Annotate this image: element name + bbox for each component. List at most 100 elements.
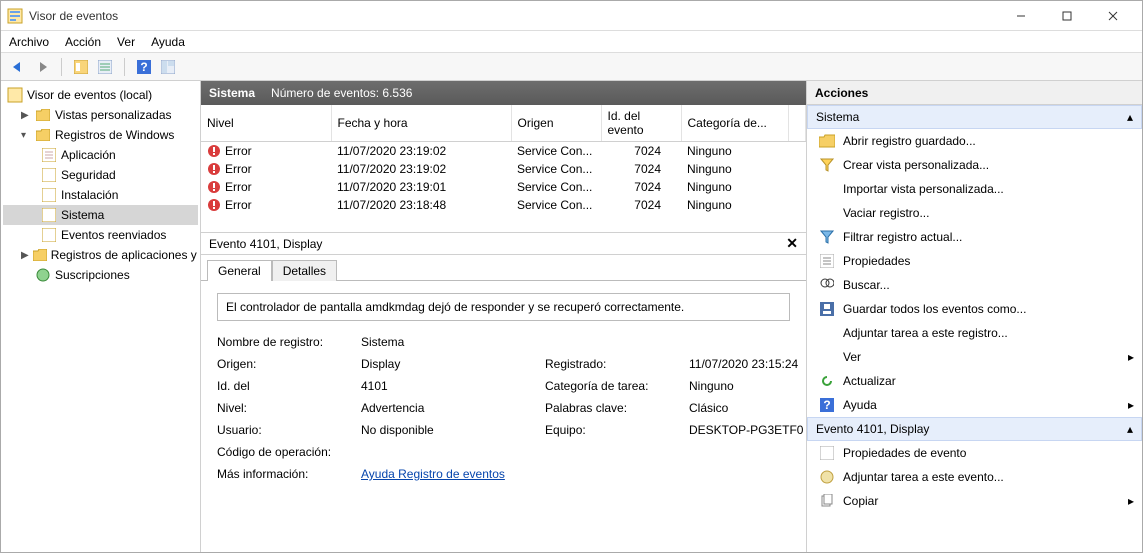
tree-subscriptions[interactable]: ▶ Suscripciones xyxy=(3,265,198,285)
properties-button[interactable] xyxy=(94,56,116,78)
maximize-button[interactable] xyxy=(1044,2,1090,30)
tree-root[interactable]: Visor de eventos (local) xyxy=(3,85,198,105)
folder-icon xyxy=(35,107,51,123)
table-row[interactable]: Error11/07/2020 23:19:01Service Con...70… xyxy=(201,178,806,196)
action-save-all[interactable]: Guardar todos los eventos como... xyxy=(807,297,1142,321)
properties-icon xyxy=(819,445,835,461)
action-copy[interactable]: Copiar▸ xyxy=(807,489,1142,513)
action-refresh[interactable]: Actualizar xyxy=(807,369,1142,393)
action-event-properties[interactable]: Propiedades de evento xyxy=(807,441,1142,465)
chevron-right-icon: ▸ xyxy=(1128,398,1134,412)
save-icon xyxy=(819,301,835,317)
tree-setup[interactable]: Instalación xyxy=(3,185,198,205)
log-icon xyxy=(41,187,57,203)
action-filter[interactable]: Filtrar registro actual... xyxy=(807,225,1142,249)
action-attach-event-task[interactable]: Adjuntar tarea a este evento... xyxy=(807,465,1142,489)
tree-root-label: Visor de eventos (local) xyxy=(27,88,152,102)
tree-forwarded[interactable]: Eventos reenviados xyxy=(3,225,198,245)
value-logged: 11/07/2020 23:15:24 xyxy=(689,357,806,371)
event-message: El controlador de pantalla amdkmdag dejó… xyxy=(217,293,790,321)
menu-file[interactable]: Archivo xyxy=(9,35,49,49)
titlebar: Visor de eventos xyxy=(1,1,1142,31)
close-detail-button[interactable]: ✕ xyxy=(786,235,798,252)
action-attach-task[interactable]: Adjuntar tarea a este registro... xyxy=(807,321,1142,345)
minimize-button[interactable] xyxy=(998,2,1044,30)
action-import-view[interactable]: Importar vista personalizada... xyxy=(807,177,1142,201)
chevron-right-icon[interactable]: ▶ xyxy=(21,250,29,261)
value-computer: DESKTOP-PG3ETF0 xyxy=(689,423,806,437)
event-count: Número de eventos: 6.536 xyxy=(271,86,412,100)
find-icon xyxy=(819,277,835,293)
tree-label: Sistema xyxy=(61,208,104,222)
tree-windows-logs[interactable]: ▾ Registros de Windows xyxy=(3,125,198,145)
label-keywords: Palabras clave: xyxy=(545,401,685,415)
filter-new-icon xyxy=(819,157,835,173)
label-opcode: Código de operación: xyxy=(217,445,357,459)
eventviewer-icon xyxy=(7,87,23,103)
chevron-right-icon: ▸ xyxy=(1128,350,1134,364)
tree-label: Seguridad xyxy=(61,168,116,182)
tree-system[interactable]: Sistema xyxy=(3,205,198,225)
action-clear-log[interactable]: Vaciar registro... xyxy=(807,201,1142,225)
tree-label: Suscripciones xyxy=(55,268,130,282)
help-button[interactable]: ? xyxy=(133,56,155,78)
actions-section-system[interactable]: Sistema ▴ xyxy=(807,105,1142,129)
col-source[interactable]: Origen xyxy=(511,105,601,142)
app-icon xyxy=(7,8,23,24)
tree-application[interactable]: Aplicación xyxy=(3,145,198,165)
event-grid[interactable]: Nivel Fecha y hora Origen Id. del evento… xyxy=(201,105,806,233)
action-properties[interactable]: Propiedades xyxy=(807,249,1142,273)
folder-open-icon xyxy=(819,133,835,149)
tree-security[interactable]: Seguridad xyxy=(3,165,198,185)
table-row[interactable]: Error11/07/2020 23:18:48Service Con...70… xyxy=(201,196,806,214)
action-help[interactable]: ?Ayuda▸ xyxy=(807,393,1142,417)
tree-label: Instalación xyxy=(61,188,118,202)
svg-text:?: ? xyxy=(823,398,830,412)
label-logged: Registrado: xyxy=(545,357,685,371)
collapse-icon[interactable]: ▴ xyxy=(1127,422,1133,436)
back-button[interactable] xyxy=(7,56,29,78)
layout-button[interactable] xyxy=(157,56,179,78)
log-icon xyxy=(41,207,57,223)
action-find[interactable]: Buscar... xyxy=(807,273,1142,297)
col-date[interactable]: Fecha y hora xyxy=(331,105,511,142)
collapse-icon[interactable]: ▴ xyxy=(1127,110,1133,124)
action-open-saved[interactable]: Abrir registro guardado... xyxy=(807,129,1142,153)
log-icon xyxy=(41,147,57,163)
value-id: 4101 xyxy=(361,379,541,393)
center-header: Sistema Número de eventos: 6.536 xyxy=(201,81,806,105)
chevron-right-icon[interactable]: ▶ xyxy=(21,110,31,121)
actions-pane: Acciones Sistema ▴ Abrir registro guarda… xyxy=(807,81,1142,552)
forward-button[interactable] xyxy=(31,56,53,78)
chevron-down-icon[interactable]: ▾ xyxy=(21,130,31,141)
event-help-link[interactable]: Ayuda Registro de eventos xyxy=(361,467,505,481)
tree-custom-views[interactable]: ▶ Vistas personalizadas xyxy=(3,105,198,125)
tree-app-services[interactable]: ▶ Registros de aplicaciones y s xyxy=(3,245,198,265)
label-computer: Equipo: xyxy=(545,423,685,437)
value-user: No disponible xyxy=(361,423,541,437)
chevron-right-icon: ▸ xyxy=(1128,494,1134,508)
show-tree-button[interactable] xyxy=(70,56,92,78)
actions-section-event[interactable]: Evento 4101, Display ▴ xyxy=(807,417,1142,441)
table-row[interactable]: Error11/07/2020 23:19:02Service Con...70… xyxy=(201,142,806,161)
tree-label: Eventos reenviados xyxy=(61,228,166,242)
table-row[interactable]: Error11/07/2020 23:19:02Service Con...70… xyxy=(201,160,806,178)
menu-help[interactable]: Ayuda xyxy=(151,35,185,49)
col-id[interactable]: Id. del evento xyxy=(601,105,681,142)
toolbar: ? xyxy=(1,53,1142,81)
error-icon xyxy=(207,180,221,194)
tab-details[interactable]: Detalles xyxy=(272,260,337,281)
tab-general[interactable]: General xyxy=(207,260,272,281)
tree-label: Vistas personalizadas xyxy=(55,108,172,122)
col-cat[interactable]: Categoría de... xyxy=(681,105,789,142)
detail-body: El controlador de pantalla amdkmdag dejó… xyxy=(201,280,806,552)
menu-view[interactable]: Ver xyxy=(117,35,135,49)
menu-action[interactable]: Acción xyxy=(65,35,101,49)
action-view[interactable]: Ver▸ xyxy=(807,345,1142,369)
log-icon xyxy=(41,227,57,243)
detail-title: Evento 4101, Display xyxy=(209,237,322,251)
close-button[interactable] xyxy=(1090,2,1136,30)
label-source: Origen: xyxy=(217,357,357,371)
col-level[interactable]: Nivel xyxy=(201,105,331,142)
action-create-view[interactable]: Crear vista personalizada... xyxy=(807,153,1142,177)
